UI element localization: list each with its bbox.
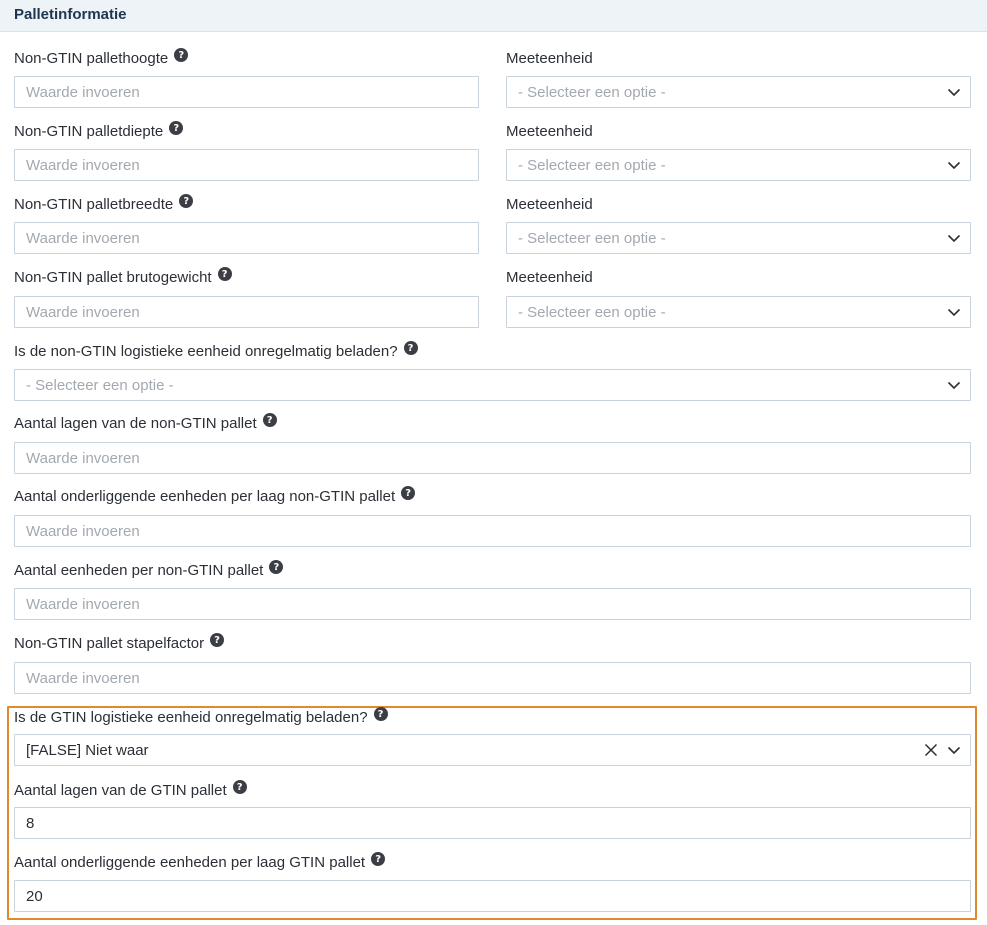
select-placeholder: - Selecteer een optie - [518, 157, 666, 174]
question-circle-icon[interactable]: ? [217, 267, 232, 281]
gtin-units-per-layer-label-text: Aantal onderliggende eenheden per laag G… [14, 853, 366, 871]
pallet-depth-unit-select[interactable]: - Selecteer een optie - [506, 149, 971, 181]
unit-label: Meeteenheid [506, 268, 593, 286]
gtin-layers-label: Aantal lagen van de GTIN pallet ? [14, 780, 247, 800]
select-placeholder: - Selecteer een optie - [26, 377, 174, 394]
nongtin-irregular-select[interactable]: - Selecteer een optie - [14, 369, 971, 401]
pallet-height-input[interactable] [14, 76, 479, 108]
nongtin-units-per-layer-label-text: Aantal onderliggende eenheden per laag n… [14, 487, 396, 505]
nongtin-stack-factor-label-text: Non-GTIN pallet stapelfactor [14, 634, 205, 652]
section-header: Palletinformatie [0, 0, 987, 32]
question-circle-icon[interactable]: ? [169, 121, 184, 135]
question-circle-icon[interactable]: ? [262, 413, 277, 427]
nongtin-irregular-label: Is de non-GTIN logistieke eenheid onrege… [14, 341, 418, 361]
gtin-irregular-label: Is de GTIN logistieke eenheid onregelmat… [14, 707, 388, 727]
nongtin-stack-factor-input[interactable] [14, 662, 971, 694]
nongtin-units-per-layer-input[interactable] [14, 515, 971, 547]
pallet-depth-label: Non-GTIN palletdiepte ? [14, 121, 184, 141]
nongtin-units-per-layer-label: Aantal onderliggende eenheden per laag n… [14, 486, 416, 506]
chevron-down-icon [947, 308, 961, 317]
question-circle-icon[interactable]: ? [179, 194, 194, 208]
section-title: Palletinformatie [14, 6, 127, 23]
pallet-gross-weight-unit-select[interactable]: - Selecteer een optie - [506, 296, 971, 328]
chevron-down-icon [947, 88, 961, 97]
question-circle-icon[interactable]: ? [232, 780, 247, 794]
gtin-layers-input[interactable] [14, 807, 971, 839]
question-circle-icon[interactable]: ? [269, 560, 284, 574]
pallet-depth-input[interactable] [14, 149, 479, 181]
gtin-irregular-label-text: Is de GTIN logistieke eenheid onregelmat… [14, 708, 368, 726]
nongtin-irregular-label-text: Is de non-GTIN logistieke eenheid onrege… [14, 342, 398, 360]
unit-label: Meeteenheid [506, 195, 593, 213]
pallet-gross-weight-label: Non-GTIN pallet brutogewicht ? [14, 267, 232, 287]
nongtin-layers-label: Aantal lagen van de non-GTIN pallet ? [14, 413, 277, 433]
select-placeholder: - Selecteer een optie - [518, 304, 666, 321]
pallet-width-label: Non-GTIN palletbreedte ? [14, 194, 194, 214]
chevron-down-icon [947, 381, 961, 390]
nongtin-layers-label-text: Aantal lagen van de non-GTIN pallet [14, 414, 257, 432]
chevron-down-icon [947, 746, 961, 755]
nongtin-layers-input[interactable] [14, 442, 971, 474]
select-placeholder: - Selecteer een optie - [518, 84, 666, 101]
chevron-down-icon [947, 234, 961, 243]
nongtin-units-per-pallet-label: Aantal eenheden per non-GTIN pallet ? [14, 560, 284, 580]
question-circle-icon[interactable]: ? [210, 633, 225, 647]
pallet-height-unit-select[interactable]: - Selecteer een optie - [506, 76, 971, 108]
chevron-down-icon [947, 161, 961, 170]
gtin-irregular-select[interactable]: [FALSE] Niet waar [14, 734, 971, 766]
gtin-layers-label-text: Aantal lagen van de GTIN pallet [14, 781, 227, 799]
nongtin-units-per-pallet-label-text: Aantal eenheden per non-GTIN pallet [14, 561, 264, 579]
select-value: [FALSE] Niet waar [26, 742, 149, 759]
nongtin-units-per-pallet-input[interactable] [14, 588, 971, 620]
pallet-width-input[interactable] [14, 222, 479, 254]
gtin-units-per-layer-input[interactable] [14, 880, 971, 912]
question-circle-icon[interactable]: ? [371, 852, 386, 866]
pallet-gross-weight-input[interactable] [14, 296, 479, 328]
close-icon[interactable] [924, 743, 938, 757]
pallet-height-label: Non-GTIN pallethoogte ? [14, 48, 189, 68]
pallet-gross-weight-label-text: Non-GTIN pallet brutogewicht [14, 268, 212, 286]
pallet-width-unit-select[interactable]: - Selecteer een optie - [506, 222, 971, 254]
pallet-height-label-text: Non-GTIN pallethoogte [14, 49, 169, 67]
nongtin-stack-factor-label: Non-GTIN pallet stapelfactor ? [14, 633, 225, 653]
select-placeholder: - Selecteer een optie - [518, 230, 666, 247]
unit-label: Meeteenheid [506, 122, 593, 140]
gtin-units-per-layer-label: Aantal onderliggende eenheden per laag G… [14, 852, 386, 872]
pallet-depth-label-text: Non-GTIN palletdiepte [14, 122, 164, 140]
question-circle-icon[interactable]: ? [401, 486, 416, 500]
question-circle-icon[interactable]: ? [174, 48, 189, 62]
question-circle-icon[interactable]: ? [403, 341, 418, 355]
unit-label: Meeteenheid [506, 49, 593, 67]
question-circle-icon[interactable]: ? [373, 707, 388, 721]
pallet-width-label-text: Non-GTIN palletbreedte [14, 195, 174, 213]
